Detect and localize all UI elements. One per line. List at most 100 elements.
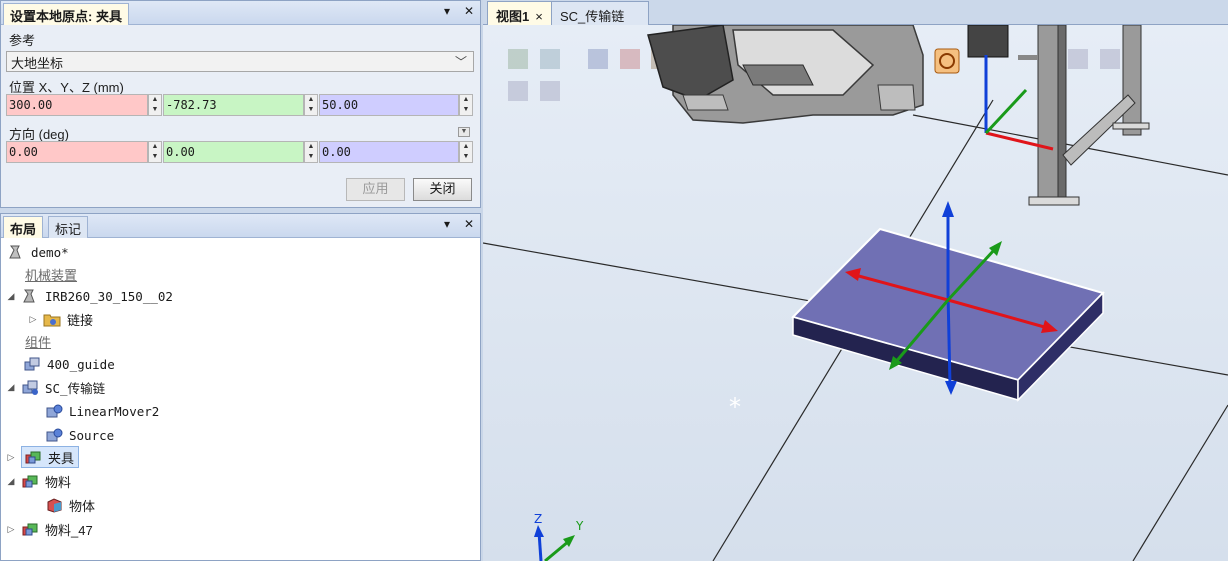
distance-icon[interactable] bbox=[1068, 49, 1088, 69]
rotate-icon[interactable] bbox=[588, 49, 608, 69]
tree-label: LinearMover2 bbox=[69, 403, 160, 419]
guide-frame bbox=[967, 25, 1150, 206]
stop-icon[interactable] bbox=[540, 81, 560, 101]
position-z-stepper[interactable]: ▲ ▼ bbox=[459, 94, 473, 116]
snap-object-icon[interactable] bbox=[934, 48, 960, 74]
view-center-icon: * bbox=[729, 393, 741, 421]
close-button[interactable]: 关闭 bbox=[413, 178, 472, 201]
tree-label: 链接 bbox=[67, 312, 94, 328]
orientation-y-input[interactable]: 0.00 bbox=[163, 141, 304, 163]
section-components: 组件 bbox=[25, 334, 52, 350]
expand-arrow-icon[interactable]: ▷ bbox=[5, 452, 17, 463]
tree-label: demo* bbox=[31, 244, 69, 260]
tab-tags[interactable]: 标记 bbox=[48, 216, 89, 238]
pin-icon[interactable]: ▾ bbox=[440, 4, 454, 18]
grid-line bbox=[912, 114, 1228, 176]
view-icon[interactable] bbox=[508, 49, 528, 69]
tree-item-gripper[interactable]: 夹具 bbox=[21, 446, 80, 468]
tree-label: 物料 bbox=[45, 474, 72, 490]
chevron-down-icon: ﹀ bbox=[454, 55, 467, 69]
play-icon[interactable] bbox=[508, 81, 528, 101]
tab-layout[interactable]: 布局 bbox=[3, 216, 44, 238]
viewport: 视图1 × SC_传输链 * Z Y bbox=[483, 0, 1228, 561]
fit-icon[interactable] bbox=[540, 49, 560, 69]
close-icon[interactable]: × bbox=[535, 9, 543, 24]
layout-tabs: 布局 标记 ▾ ✕ bbox=[1, 214, 480, 238]
layout-panel: 布局 标记 ▾ ✕ demo* 机械装置 ◢ IRB260_30_150__02… bbox=[0, 213, 481, 561]
section-mechanisms: 机械装置 bbox=[25, 267, 78, 283]
tab-view1[interactable]: 视图1 × bbox=[487, 1, 552, 25]
panel-titlebar: 设置本地原点: 夹具 ▾ ✕ bbox=[1, 1, 480, 25]
left-dock: 设置本地原点: 夹具 ▾ ✕ 参考 大地坐标 ﹀ 位置 X、Y、Z (mm) 3… bbox=[0, 0, 481, 561]
triad-z-arrow bbox=[534, 525, 544, 537]
angle-icon[interactable] bbox=[1100, 49, 1120, 69]
reference-select[interactable]: 大地坐标 ﹀ bbox=[6, 51, 474, 72]
tree-item-conveyor[interactable]: ◢ SC_传输链 bbox=[5, 376, 105, 398]
orientation-x-input[interactable]: 0.00 bbox=[6, 141, 148, 163]
tree-item-linear-mover[interactable]: LinearMover2 bbox=[45, 400, 159, 422]
tree-label: IRB260_30_150__02 bbox=[45, 288, 173, 304]
tree-item-source[interactable]: Source bbox=[45, 424, 114, 446]
tree-label: SC_传输链 bbox=[45, 380, 106, 396]
position-x-input[interactable]: 300.00 bbox=[6, 94, 148, 116]
tree-label: 物料_47 bbox=[45, 522, 93, 538]
orientation-y-stepper[interactable]: ▲ ▼ bbox=[304, 141, 318, 163]
gizmo-z-neg-arrow bbox=[945, 381, 957, 395]
tree-item-gripper-row: ▷ 夹具 bbox=[5, 446, 80, 468]
panel-title: 设置本地原点: 夹具 bbox=[3, 3, 129, 25]
tab-sc-conveyor[interactable]: SC_传输链 bbox=[551, 1, 649, 25]
robot-icon bbox=[21, 288, 39, 304]
tree-item-material[interactable]: ◢ 物料 bbox=[5, 470, 71, 492]
part-group-icon bbox=[21, 473, 39, 489]
tree-label: 物体 bbox=[69, 498, 96, 514]
folder-icon bbox=[43, 311, 61, 327]
triad-y-label: Y bbox=[575, 519, 584, 533]
station-icon bbox=[7, 244, 25, 260]
collapse-icon[interactable]: ▼ bbox=[458, 127, 470, 137]
gizmo-z-arrow[interactable] bbox=[942, 201, 954, 217]
component-group-icon bbox=[21, 379, 39, 395]
expand-arrow-icon[interactable]: ▷ bbox=[5, 524, 17, 535]
part-icon bbox=[45, 497, 63, 513]
tree-label: 夹具 bbox=[48, 450, 75, 466]
select-icon[interactable] bbox=[620, 49, 640, 69]
reference-value: 大地坐标 bbox=[11, 56, 64, 71]
part-group-icon bbox=[24, 449, 42, 465]
expand-arrow-icon[interactable]: ▷ bbox=[27, 314, 39, 325]
collapse-arrow-icon[interactable]: ◢ bbox=[5, 291, 17, 302]
tree-item-station[interactable]: demo* bbox=[7, 241, 69, 263]
tree-label: Source bbox=[69, 427, 115, 443]
grid-line bbox=[1132, 404, 1228, 561]
viewport-tabs: 视图1 × SC_传输链 bbox=[483, 0, 1228, 25]
tree-label: 400_guide bbox=[47, 356, 115, 372]
tree-item-material-47[interactable]: ▷ 物料_47 bbox=[5, 518, 93, 540]
frame-y-axis bbox=[984, 88, 1028, 135]
position-z-input[interactable]: 50.00 bbox=[319, 94, 459, 116]
triad-z-label: Z bbox=[534, 512, 542, 526]
3d-canvas[interactable]: * Z Y bbox=[483, 25, 1228, 561]
position-y-stepper[interactable]: ▲ ▼ bbox=[304, 94, 318, 116]
world-axis-triad: Z Y bbox=[534, 512, 584, 561]
tree-item-robot[interactable]: ◢ IRB260_30_150__02 bbox=[5, 285, 173, 307]
part-group-icon bbox=[21, 521, 39, 537]
tree-item-guide[interactable]: 400_guide bbox=[23, 353, 115, 375]
position-y-input[interactable]: -782.73 bbox=[163, 94, 304, 116]
collapse-arrow-icon[interactable]: ◢ bbox=[5, 476, 17, 487]
orientation-z-input[interactable]: 0.00 bbox=[319, 141, 459, 163]
close-icon[interactable]: ✕ bbox=[462, 217, 476, 231]
orientation-x-stepper[interactable]: ▲ ▼ bbox=[148, 141, 162, 163]
component-icon bbox=[23, 356, 41, 372]
position-x-stepper[interactable]: ▲ ▼ bbox=[148, 94, 162, 116]
tab-label: 视图1 bbox=[496, 9, 530, 24]
apply-button[interactable]: 应用 bbox=[346, 178, 405, 201]
orientation-z-stepper[interactable]: ▲ ▼ bbox=[459, 141, 473, 163]
robot-base bbox=[647, 25, 924, 124]
close-icon[interactable]: ✕ bbox=[462, 4, 476, 18]
reference-label: 参考 bbox=[9, 33, 36, 48]
tree-item-links[interactable]: ▷ 链接 bbox=[27, 308, 93, 330]
collapse-arrow-icon[interactable]: ◢ bbox=[5, 382, 17, 393]
app-window: 设置本地原点: 夹具 ▾ ✕ 参考 大地坐标 ﹀ 位置 X、Y、Z (mm) 3… bbox=[0, 0, 1228, 561]
pin-icon[interactable]: ▾ bbox=[440, 217, 454, 231]
tree-item-body[interactable]: 物体 bbox=[45, 494, 95, 516]
smart-component-icon bbox=[45, 427, 63, 443]
